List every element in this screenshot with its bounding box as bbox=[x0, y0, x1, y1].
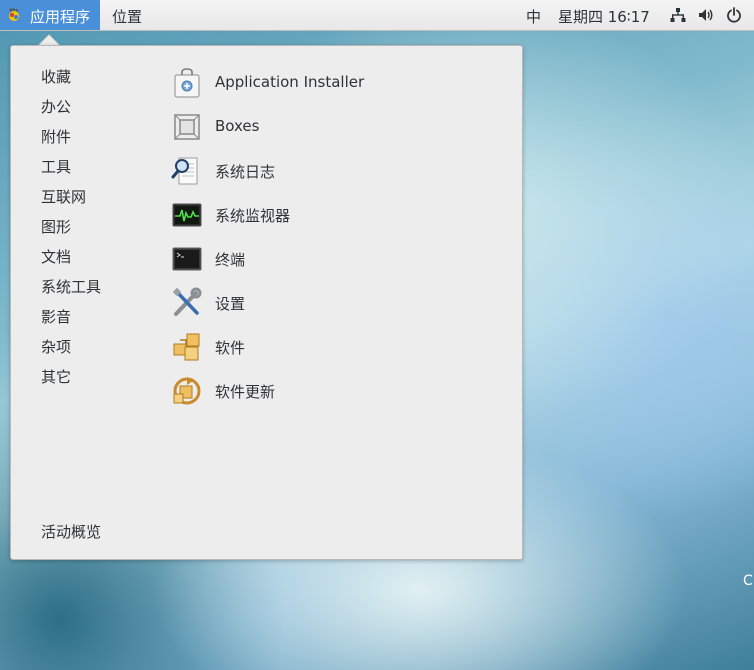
settings-icon bbox=[172, 287, 202, 316]
category-utilities[interactable]: 工具 bbox=[41, 157, 71, 177]
app-label: Application Installer bbox=[215, 73, 365, 91]
boxes-icon bbox=[174, 114, 200, 140]
system-log-icon bbox=[171, 157, 198, 185]
category-favorites[interactable]: 收藏 bbox=[41, 67, 71, 87]
applications-popup: 收藏 办公 附件 工具 互联网 图形 文档 系统工具 影音 杂项 其它 Appl… bbox=[10, 45, 523, 560]
category-multimedia[interactable]: 影音 bbox=[41, 307, 71, 327]
applications-menu-button[interactable]: 应用程序 bbox=[0, 0, 100, 30]
top-panel: 应用程序 位置 中 星期四 16∶17 bbox=[0, 0, 754, 31]
category-system-tools[interactable]: 系统工具 bbox=[41, 277, 101, 297]
category-graphics[interactable]: 图形 bbox=[41, 217, 71, 237]
places-menu-button[interactable]: 位置 bbox=[112, 6, 142, 27]
category-other[interactable]: 其它 bbox=[41, 367, 71, 387]
app-software-update[interactable]: 软件更新 bbox=[171, 374, 491, 408]
system-monitor-icon bbox=[172, 203, 202, 227]
software-update-icon bbox=[173, 377, 201, 405]
applications-menu-label: 应用程序 bbox=[30, 8, 91, 26]
app-software[interactable]: 软件 bbox=[171, 330, 491, 364]
app-label: 系统监视器 bbox=[215, 207, 291, 225]
app-label: 设置 bbox=[215, 295, 246, 313]
clock[interactable]: 星期四 16∶17 bbox=[558, 6, 650, 27]
category-accessories[interactable]: 附件 bbox=[41, 127, 71, 147]
application-installer-icon bbox=[174, 68, 200, 98]
app-boxes[interactable]: Boxes bbox=[171, 110, 491, 144]
volume-icon[interactable] bbox=[698, 7, 714, 23]
app-label: 系统日志 bbox=[215, 163, 276, 181]
app-system-log[interactable]: 系统日志 bbox=[171, 154, 491, 188]
category-documents[interactable]: 文档 bbox=[41, 247, 71, 267]
input-method-indicator[interactable]: 中 bbox=[526, 6, 541, 27]
app-label: Boxes bbox=[215, 117, 260, 135]
gnome-foot-icon bbox=[9, 8, 19, 21]
software-icon bbox=[173, 333, 200, 361]
power-icon[interactable] bbox=[726, 7, 742, 23]
app-application-installer[interactable]: Application Installer bbox=[171, 66, 491, 100]
category-internet[interactable]: 互联网 bbox=[41, 187, 86, 207]
app-label: 软件更新 bbox=[215, 383, 276, 401]
terminal-icon bbox=[172, 247, 202, 271]
app-label: 终端 bbox=[215, 251, 246, 269]
desktop-edge-text: C bbox=[743, 573, 753, 589]
app-label: 软件 bbox=[215, 339, 246, 357]
category-sundry[interactable]: 杂项 bbox=[41, 337, 71, 357]
network-icon[interactable] bbox=[670, 7, 686, 23]
app-terminal[interactable]: 终端 bbox=[171, 242, 491, 276]
category-office[interactable]: 办公 bbox=[41, 97, 71, 117]
activities-overview-link[interactable]: 活动概览 bbox=[41, 521, 101, 542]
app-settings[interactable]: 设置 bbox=[171, 286, 491, 320]
app-system-monitor[interactable]: 系统监视器 bbox=[171, 198, 491, 232]
